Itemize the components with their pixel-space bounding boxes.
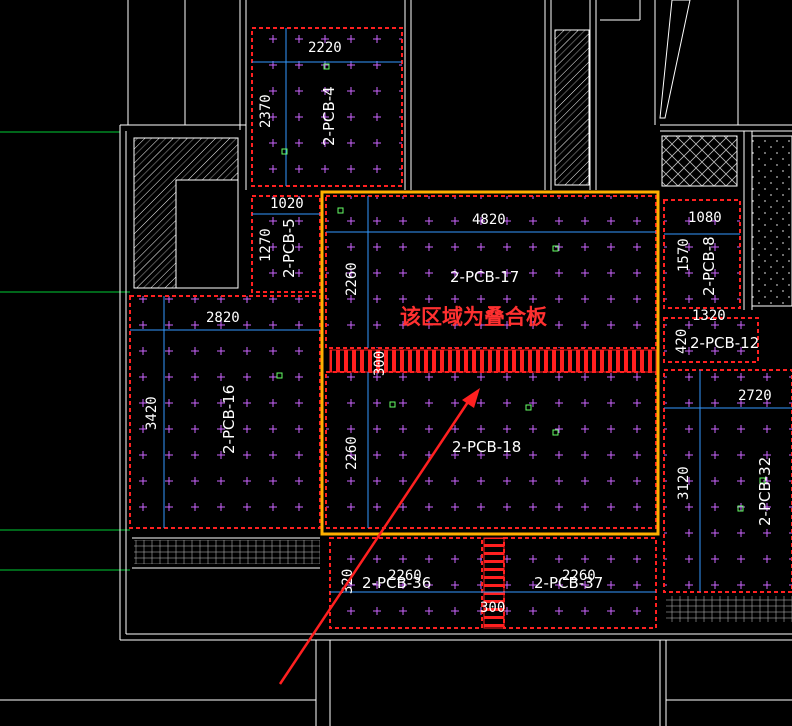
cad-drawing-canvas: 2220 2370 1020 1270 4820 2260 2820 3420 … [0,0,792,726]
dim-joint-horizontal: 300 [372,351,388,376]
dim-pcb17-width: 4820 [472,212,506,228]
brick-strip-bottom-left [134,540,320,564]
dim-pcb18-height: 2260 [344,436,360,470]
dim-joint-vertical: 300 [480,600,505,616]
label-pcb-37: 2-PCB-37 [534,574,603,592]
dim-pcb5-height: 1270 [258,228,274,262]
dim-pcb32-width: 2720 [738,388,772,404]
hatched-shaft-top [554,29,590,186]
dim-pcb8-width: 1080 [688,210,722,226]
dim-pcb16-height: 3420 [144,396,160,430]
annotation-note: 该区域为叠合板 [400,305,548,329]
dim-pcb8-height: 1570 [676,238,692,272]
dim-pcb5-width: 1020 [270,196,304,212]
dim-pcb4-width: 2220 [308,40,342,56]
label-pcb-18: 2-PCB-18 [452,438,521,456]
cross-hatched-duct [661,135,738,187]
brick-strip-bottom-right [666,596,792,622]
label-pcb-8: 2-PCB-8 [700,236,718,296]
dim-pcb4-height: 2370 [258,94,274,128]
label-pcb-16: 2-PCB-16 [220,385,238,454]
label-pcb-36: 2-PCB-36 [362,574,431,592]
label-pcb-5: 2-PCB-5 [280,218,298,278]
label-pcb-4: 2-PCB-4 [320,86,338,146]
grid-lines [0,131,130,571]
dotted-region-right [751,135,792,307]
dim-pcb12-height: 420 [674,329,690,354]
dim-pcb32-height: 3120 [676,466,692,500]
dim-pcb12-width: 1320 [692,308,726,324]
label-pcb-32: 2-PCB-32 [756,457,774,526]
void-opening-left [175,179,239,289]
dim-pcb17-height: 2260 [344,262,360,296]
wall-wedge [659,0,691,119]
dim-pcb16-width: 2820 [206,310,240,326]
label-pcb-17: 2-PCB-17 [450,268,519,286]
label-pcb-12: 2-PCB-12 [690,334,759,352]
